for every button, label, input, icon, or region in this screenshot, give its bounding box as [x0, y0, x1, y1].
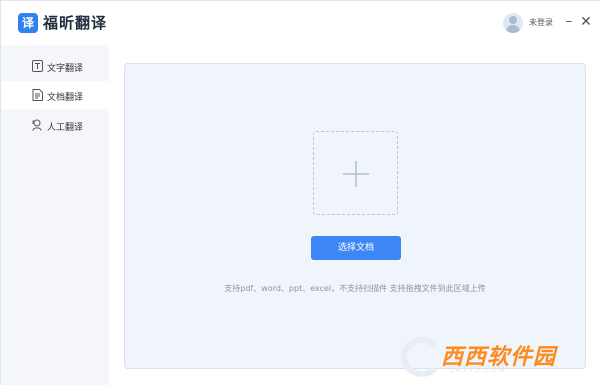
document-icon [32, 89, 43, 101]
upload-box[interactable] [313, 131, 398, 215]
sidebar-item-human-translate[interactable]: 人工翻译 [1, 111, 109, 139]
title-bar: 译 福昕翻译 未登录 – ✕ [1, 1, 600, 45]
app-window: 译 福昕翻译 未登录 – ✕ 文字翻译 文档翻译 人工翻译 选择文档 支持pdf… [0, 0, 600, 385]
plus-icon [343, 161, 369, 187]
close-button[interactable]: ✕ [579, 13, 593, 31]
app-logo-icon: 译 [18, 13, 38, 33]
main-content: 选择文档 支持pdf、word、ppt、excel，不支持扫描件 支持拖拽文件到… [109, 45, 600, 385]
sidebar-item-label: 文档翻译 [47, 93, 84, 103]
text-icon [32, 60, 43, 72]
watermark-logo: 西西软件园 CR173.COM [401, 337, 583, 377]
human-icon [32, 119, 42, 131]
sidebar-item-label: 人工翻译 [47, 123, 84, 133]
upload-drop-zone[interactable]: 选择文档 支持pdf、word、ppt、excel，不支持扫描件 支持拖拽文件到… [124, 63, 586, 369]
minimize-button[interactable]: – [562, 13, 576, 31]
avatar-head [509, 16, 517, 24]
avatar-body [506, 25, 520, 33]
sidebar-item-document-translate[interactable]: 文档翻译 [1, 81, 109, 109]
select-document-button[interactable]: 选择文档 [311, 236, 401, 260]
upload-hint: 支持pdf、word、ppt、excel，不支持扫描件 支持拖拽文件到此区域上传 [224, 284, 486, 293]
watermark-c-icon [401, 337, 443, 377]
watermark-sub: CR173.COM [449, 365, 506, 374]
sidebar: 文字翻译 文档翻译 人工翻译 [1, 45, 109, 385]
login-status[interactable]: 未登录 [529, 17, 553, 28]
sidebar-item-text-translate[interactable]: 文字翻译 [1, 52, 109, 80]
sidebar-item-label: 文字翻译 [47, 64, 84, 74]
app-title: 福昕翻译 [43, 14, 108, 32]
avatar[interactable] [503, 13, 523, 33]
